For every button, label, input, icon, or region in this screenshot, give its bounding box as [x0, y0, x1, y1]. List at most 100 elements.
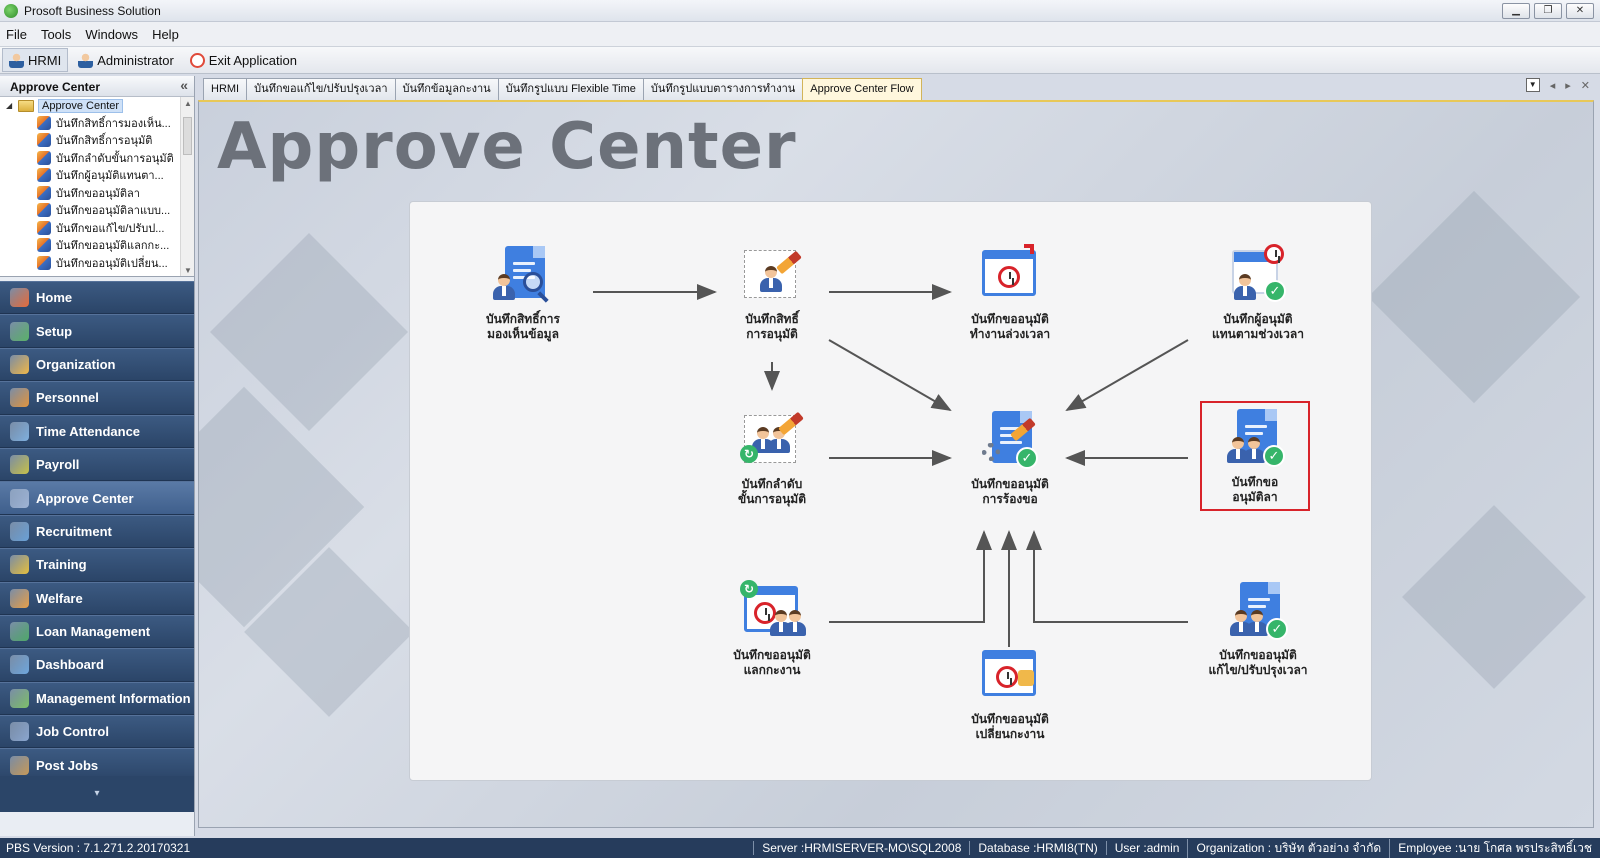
- nav-item-home[interactable]: Home: [0, 281, 194, 315]
- nav-item-recruitment[interactable]: Recruitment: [0, 514, 194, 549]
- tab-1[interactable]: บันทึกขอแก้ไข/ปรับปรุงเวลา: [246, 78, 396, 100]
- background-decoration: [1402, 505, 1586, 689]
- module-nav: Home Setup Organization Personnel Time Atten…: [0, 281, 194, 782]
- tree-item-icon: [37, 168, 51, 183]
- node-overtime[interactable]: บันทึกขออนุมัติ ทำงานล่วงเวลา: [935, 244, 1085, 342]
- clock-window-puzzle-icon: [978, 644, 1042, 706]
- arrow-up-right-icon: [1024, 244, 1034, 254]
- node-swap-shift[interactable]: ↻ บันทึกขออนุมัติ แลกกะงาน: [697, 580, 847, 678]
- loan-management-icon: [10, 622, 29, 642]
- nav-item-label: Personnel: [36, 390, 99, 406]
- tree-item[interactable]: บันทึกขออนุมัติลาแบบ...: [0, 202, 194, 220]
- user-text: User :admin: [1105, 841, 1188, 855]
- tab-list-dropdown-icon[interactable]: ▼: [1525, 78, 1540, 92]
- expand-icon[interactable]: ◢: [6, 101, 14, 110]
- nav-item-label: Recruitment: [36, 523, 112, 539]
- node-change-shift-line2: เปลี่ยนกะงาน: [975, 727, 1045, 741]
- left-panel-header: Approve Center «: [0, 76, 194, 97]
- employee-text: Employee :นาย โกศล พรประสิทธิ์เวช: [1389, 838, 1600, 858]
- tab-2[interactable]: บันทึกข้อมูลกะงาน: [394, 78, 499, 100]
- nav-item-label: Dashboard: [36, 657, 104, 673]
- nav-item-label: Home: [36, 290, 73, 306]
- administrator-label: Administrator: [97, 52, 174, 68]
- scroll-up-icon[interactable]: ▲: [184, 99, 192, 108]
- server-text: Server :HRMISERVER-MO\SQL2008: [753, 841, 969, 855]
- tree-scrollbar[interactable]: ▲ ▼: [180, 97, 194, 276]
- nav-item-label: Payroll: [36, 457, 80, 473]
- node-leave[interactable]: ✓ บันทึกขอ อนุมัติลา: [1200, 401, 1310, 511]
- tree-item[interactable]: บันทึกผู้อนุมัติแทนตา...: [0, 167, 194, 185]
- tree-item[interactable]: บันทึกขอแก้ไข/ปรับป...: [0, 219, 194, 237]
- tree-item[interactable]: บันทึกสิทธิ์การอนุมัติ: [0, 132, 194, 150]
- minimize-button[interactable]: ▁: [1502, 3, 1530, 19]
- tree-item-label: บันทึกสิทธิ์การมองเห็น...: [56, 117, 171, 130]
- tree-root[interactable]: ◢ Approve Center: [0, 97, 194, 114]
- node-overtime-line1: บันทึกขออนุมัติ: [971, 312, 1049, 326]
- tree-item-label: บันทึกขออนุมัติลา: [56, 187, 140, 200]
- tree-item-icon: [37, 255, 51, 270]
- nav-item-dashboard[interactable]: Dashboard: [0, 648, 194, 682]
- tree-item[interactable]: บันทึกขออนุมัติแลกกะ...: [0, 237, 194, 255]
- hrmi-button[interactable]: HRMI: [2, 48, 69, 72]
- payroll-icon: [10, 455, 29, 475]
- nav-item-welfare[interactable]: Welfare: [0, 581, 194, 615]
- node-swap-shift-line2: แลกกะงาน: [743, 663, 801, 677]
- tree-item-icon: [37, 203, 51, 218]
- tab-5[interactable]: Approve Center Flow: [802, 78, 922, 100]
- tree-item[interactable]: บันทึกขออนุมัติเปลี่ยน...: [0, 254, 194, 272]
- restore-button[interactable]: ❐: [1534, 3, 1562, 19]
- nav-item-setup[interactable]: Setup: [0, 314, 194, 348]
- tab-4[interactable]: บันทึกรูปแบบตารางการทำงาน: [642, 78, 804, 100]
- close-tab-icon[interactable]: ✕: [1581, 79, 1590, 92]
- tree-item-label: บันทึกผู้อนุมัติแทนตา...: [56, 170, 164, 183]
- tree-item-icon: [37, 220, 51, 235]
- recruitment-icon: [10, 521, 29, 541]
- node-adjust-time[interactable]: ✓ บันทึกขออนุมัติ แก้ไข/ปรับปรุงเวลา: [1183, 580, 1333, 678]
- left-panel: Approve Center « ◢ Approve Center บันทึก…: [0, 76, 195, 836]
- menu-help[interactable]: Help: [152, 27, 179, 42]
- tab-scroll-right-icon[interactable]: ▸: [1565, 79, 1571, 92]
- node-leave-line1: บันทึกขอ: [1231, 475, 1279, 489]
- scroll-thumb[interactable]: [183, 117, 192, 155]
- exit-application-label: Exit Application: [208, 52, 297, 68]
- menu-windows[interactable]: Windows: [85, 27, 138, 42]
- menu-tools[interactable]: Tools: [41, 27, 71, 42]
- collapse-panel-icon[interactable]: «: [180, 77, 188, 93]
- nav-item-organization[interactable]: Organization: [0, 347, 194, 382]
- nav-item-personnel[interactable]: Personnel: [0, 381, 194, 415]
- power-icon: [189, 52, 205, 68]
- status-bar: PBS Version : 7.1.271.2.20170321 Server …: [0, 838, 1600, 858]
- nav-item-payroll[interactable]: Payroll: [0, 447, 194, 482]
- tab-3[interactable]: บันทึกรูปแบบ Flexible Time: [497, 78, 644, 100]
- tree-item[interactable]: บันทึกสิทธิ์การมองเห็น...: [0, 114, 194, 132]
- approve-center-icon: [10, 488, 29, 508]
- exit-application-button[interactable]: Exit Application: [184, 48, 303, 72]
- node-approval-steps[interactable]: ↻ บันทึกลำดับ ขั้นการอนุมัติ: [697, 409, 847, 507]
- page-title: Approve Center: [217, 110, 797, 184]
- nav-item-loan-management[interactable]: Loan Management: [0, 614, 194, 649]
- hrmi-icon: [9, 52, 24, 68]
- nav-item-approve-center[interactable]: Approve Center: [0, 481, 194, 515]
- nav-item-job-control[interactable]: Job Control: [0, 715, 194, 749]
- menu-file[interactable]: File: [6, 27, 27, 42]
- tree-item[interactable]: บันทึกขออนุมัติลา: [0, 184, 194, 202]
- close-button[interactable]: ✕: [1566, 3, 1594, 19]
- tab-scroll-left-icon[interactable]: ◂: [1550, 79, 1556, 92]
- tree-item-label: บันทึกขออนุมัติเปลี่ยน...: [56, 257, 168, 270]
- node-view-rights[interactable]: บันทึกสิทธิ์การ มองเห็นข้อมูล: [448, 244, 598, 342]
- node-substitute[interactable]: ✓ บันทึกผู้อนุมัติ แทนตามช่วงเวลา: [1183, 244, 1333, 342]
- node-approval-steps-line2: ขั้นการอนุมัติ: [738, 492, 806, 506]
- nav-item-training[interactable]: Training: [0, 548, 194, 582]
- administrator-button[interactable]: Administrator: [72, 48, 180, 72]
- node-request[interactable]: ✓ บันทึกขออนุมัติ การร้องขอ: [935, 409, 1085, 507]
- nav-item-time-attendance[interactable]: Time Attendance: [0, 414, 194, 448]
- node-change-shift[interactable]: บันทึกขออนุมัติ เปลี่ยนกะงาน: [935, 644, 1085, 742]
- scroll-down-icon[interactable]: ▼: [184, 266, 192, 275]
- node-approve-rights[interactable]: บันทึกสิทธิ์ การอนุมัติ: [697, 244, 847, 342]
- title-bar: Prosoft Business Solution ▁ ❐ ✕: [0, 0, 1600, 22]
- tab-0[interactable]: HRMI: [203, 78, 248, 100]
- tree-item[interactable]: บันทึกลำดับขั้นการอนุมัติ: [0, 149, 194, 167]
- nav-item-management-information[interactable]: Management Information: [0, 681, 194, 716]
- nav-overflow-icon[interactable]: ▾: [0, 776, 194, 812]
- document-gear-check-icon: ✓: [978, 409, 1042, 471]
